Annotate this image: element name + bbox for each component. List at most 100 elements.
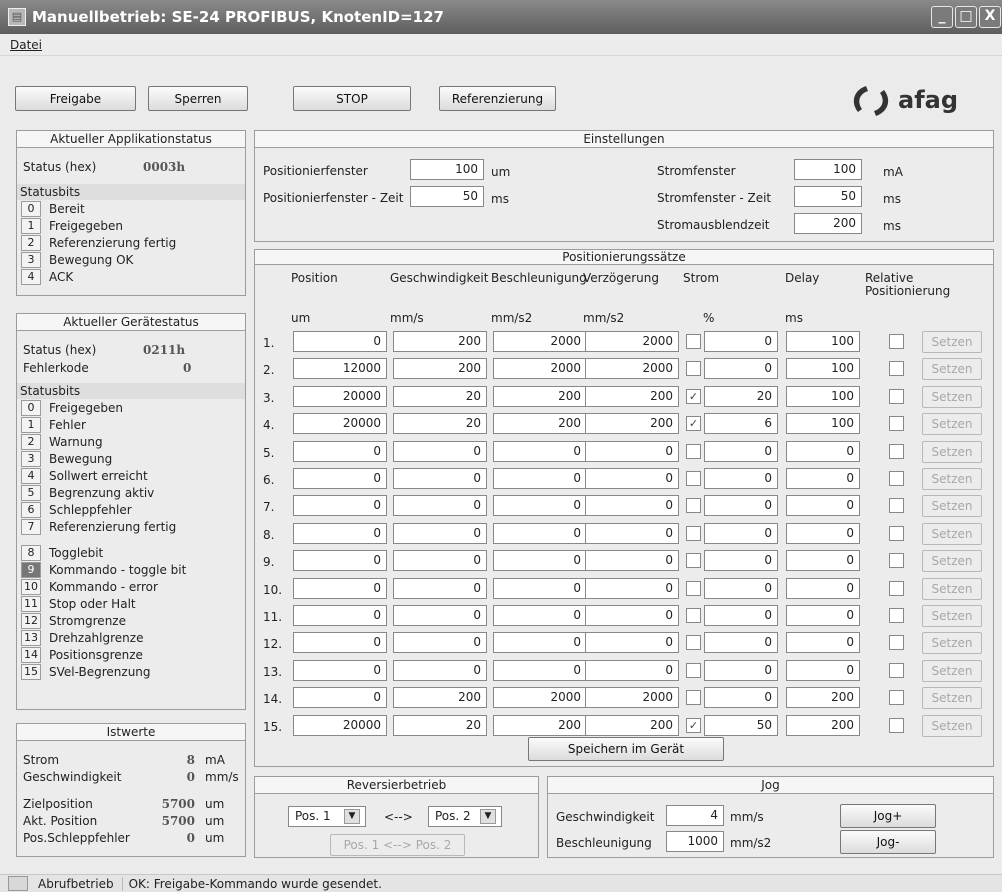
- strom-input[interactable]: 6: [704, 413, 778, 435]
- value-input[interactable]: 0: [585, 659, 679, 681]
- value-input[interactable]: 0: [293, 468, 387, 489]
- setzen-button[interactable]: Setzen: [922, 385, 982, 408]
- delay-input[interactable]: 200: [786, 714, 860, 736]
- strom-checkbox[interactable]: [686, 608, 701, 623]
- value-input[interactable]: 0: [493, 468, 587, 489]
- value-input[interactable]: 200: [393, 331, 487, 352]
- setzen-button[interactable]: Setzen: [922, 632, 982, 655]
- delay-input[interactable]: 100: [786, 413, 860, 435]
- value-input[interactable]: 20000: [293, 385, 387, 407]
- value-input[interactable]: 0: [493, 550, 587, 572]
- strom-checkbox[interactable]: [686, 635, 701, 651]
- referenzierung-button[interactable]: Referenzierung: [439, 86, 556, 111]
- freigabe-button[interactable]: Freigabe: [15, 86, 136, 111]
- setzen-button[interactable]: Setzen: [922, 358, 982, 381]
- stromausblendzeit-input[interactable]: 200: [794, 213, 862, 234]
- pos2-select[interactable]: Pos. 2 ▼: [428, 806, 502, 827]
- close-button[interactable]: X: [979, 6, 1001, 28]
- relative-checkbox[interactable]: [889, 388, 904, 404]
- setzen-button[interactable]: Setzen: [922, 577, 982, 600]
- relative-checkbox[interactable]: [889, 361, 904, 377]
- relative-checkbox[interactable]: [889, 443, 904, 459]
- value-input[interactable]: 0: [585, 632, 679, 654]
- jog-acc-input[interactable]: 1000: [666, 831, 724, 852]
- strom-checkbox[interactable]: ✓: [686, 717, 701, 733]
- strom-checkbox[interactable]: ✓: [686, 388, 701, 404]
- value-input[interactable]: 0: [493, 659, 587, 681]
- setzen-button[interactable]: Setzen: [922, 331, 982, 353]
- strom-checkbox[interactable]: [686, 334, 701, 349]
- value-input[interactable]: 2000: [585, 331, 679, 352]
- delay-input[interactable]: 0: [786, 659, 860, 681]
- relative-checkbox[interactable]: [889, 580, 904, 596]
- strom-checkbox[interactable]: [686, 690, 701, 706]
- sperren-button[interactable]: Sperren: [148, 86, 248, 111]
- chevron-down-icon[interactable]: ▼: [480, 809, 496, 824]
- relative-checkbox[interactable]: [889, 608, 904, 623]
- delay-input[interactable]: 0: [786, 468, 860, 489]
- value-input[interactable]: 2000: [585, 358, 679, 380]
- strom-input[interactable]: 0: [704, 331, 778, 352]
- value-input[interactable]: 2000: [585, 687, 679, 709]
- setzen-button[interactable]: Setzen: [922, 440, 982, 463]
- stop-button[interactable]: STOP: [293, 86, 411, 111]
- value-input[interactable]: 0: [585, 468, 679, 489]
- strom-checkbox[interactable]: [686, 443, 701, 459]
- setzen-button[interactable]: Setzen: [922, 687, 982, 710]
- strom-input[interactable]: 0: [704, 550, 778, 572]
- strom-input[interactable]: 20: [704, 385, 778, 407]
- value-input[interactable]: 0: [293, 632, 387, 654]
- value-input[interactable]: 0: [585, 605, 679, 626]
- setzen-button[interactable]: Setzen: [922, 413, 982, 436]
- value-input[interactable]: 0: [293, 605, 387, 626]
- relative-checkbox[interactable]: [889, 717, 904, 733]
- strom-input[interactable]: 0: [704, 577, 778, 599]
- strom-checkbox[interactable]: [686, 662, 701, 678]
- value-input[interactable]: 0: [393, 495, 487, 517]
- delay-input[interactable]: 0: [786, 495, 860, 517]
- strom-input[interactable]: 0: [704, 495, 778, 517]
- pos1-select[interactable]: Pos. 1 ▼: [288, 806, 366, 827]
- value-input[interactable]: 200: [393, 358, 487, 380]
- value-input[interactable]: 20: [393, 413, 487, 435]
- menu-file[interactable]: Datei: [10, 38, 42, 52]
- delay-input[interactable]: 0: [786, 605, 860, 626]
- value-input[interactable]: 0: [293, 550, 387, 572]
- jog-plus-button[interactable]: Jog+: [840, 804, 936, 828]
- setzen-button[interactable]: Setzen: [922, 659, 982, 682]
- strom-checkbox[interactable]: [686, 580, 701, 596]
- value-input[interactable]: 20000: [293, 413, 387, 435]
- value-input[interactable]: 0: [493, 440, 587, 462]
- value-input[interactable]: 0: [585, 440, 679, 462]
- value-input[interactable]: 0: [585, 550, 679, 572]
- value-input[interactable]: 200: [585, 385, 679, 407]
- relative-checkbox[interactable]: [889, 525, 904, 541]
- relative-checkbox[interactable]: [889, 498, 904, 514]
- relative-checkbox[interactable]: [889, 334, 904, 349]
- setzen-button[interactable]: Setzen: [922, 495, 982, 518]
- value-input[interactable]: 0: [493, 605, 587, 626]
- delay-input[interactable]: 0: [786, 550, 860, 572]
- minimize-button[interactable]: _: [931, 6, 953, 28]
- value-input[interactable]: 0: [293, 440, 387, 462]
- strom-checkbox[interactable]: [686, 361, 701, 377]
- delay-input[interactable]: 100: [786, 385, 860, 407]
- value-input[interactable]: 0: [293, 659, 387, 681]
- value-input[interactable]: 20: [393, 385, 487, 407]
- positionierfenster-input[interactable]: 100: [410, 159, 484, 180]
- value-input[interactable]: 0: [293, 577, 387, 599]
- strom-checkbox[interactable]: [686, 471, 701, 486]
- value-input[interactable]: 0: [293, 522, 387, 544]
- strom-input[interactable]: 0: [704, 468, 778, 489]
- delay-input[interactable]: 200: [786, 687, 860, 709]
- value-input[interactable]: 0: [393, 440, 487, 462]
- positionierfenster-zeit-input[interactable]: 50: [410, 186, 484, 207]
- value-input[interactable]: 2000: [493, 358, 587, 380]
- setzen-button[interactable]: Setzen: [922, 714, 982, 737]
- strom-input[interactable]: 0: [704, 358, 778, 380]
- strom-checkbox[interactable]: ✓: [686, 416, 701, 432]
- value-input[interactable]: 0: [393, 577, 487, 599]
- value-input[interactable]: 0: [293, 495, 387, 517]
- value-input[interactable]: 20: [393, 714, 487, 736]
- value-input[interactable]: 2000: [493, 687, 587, 709]
